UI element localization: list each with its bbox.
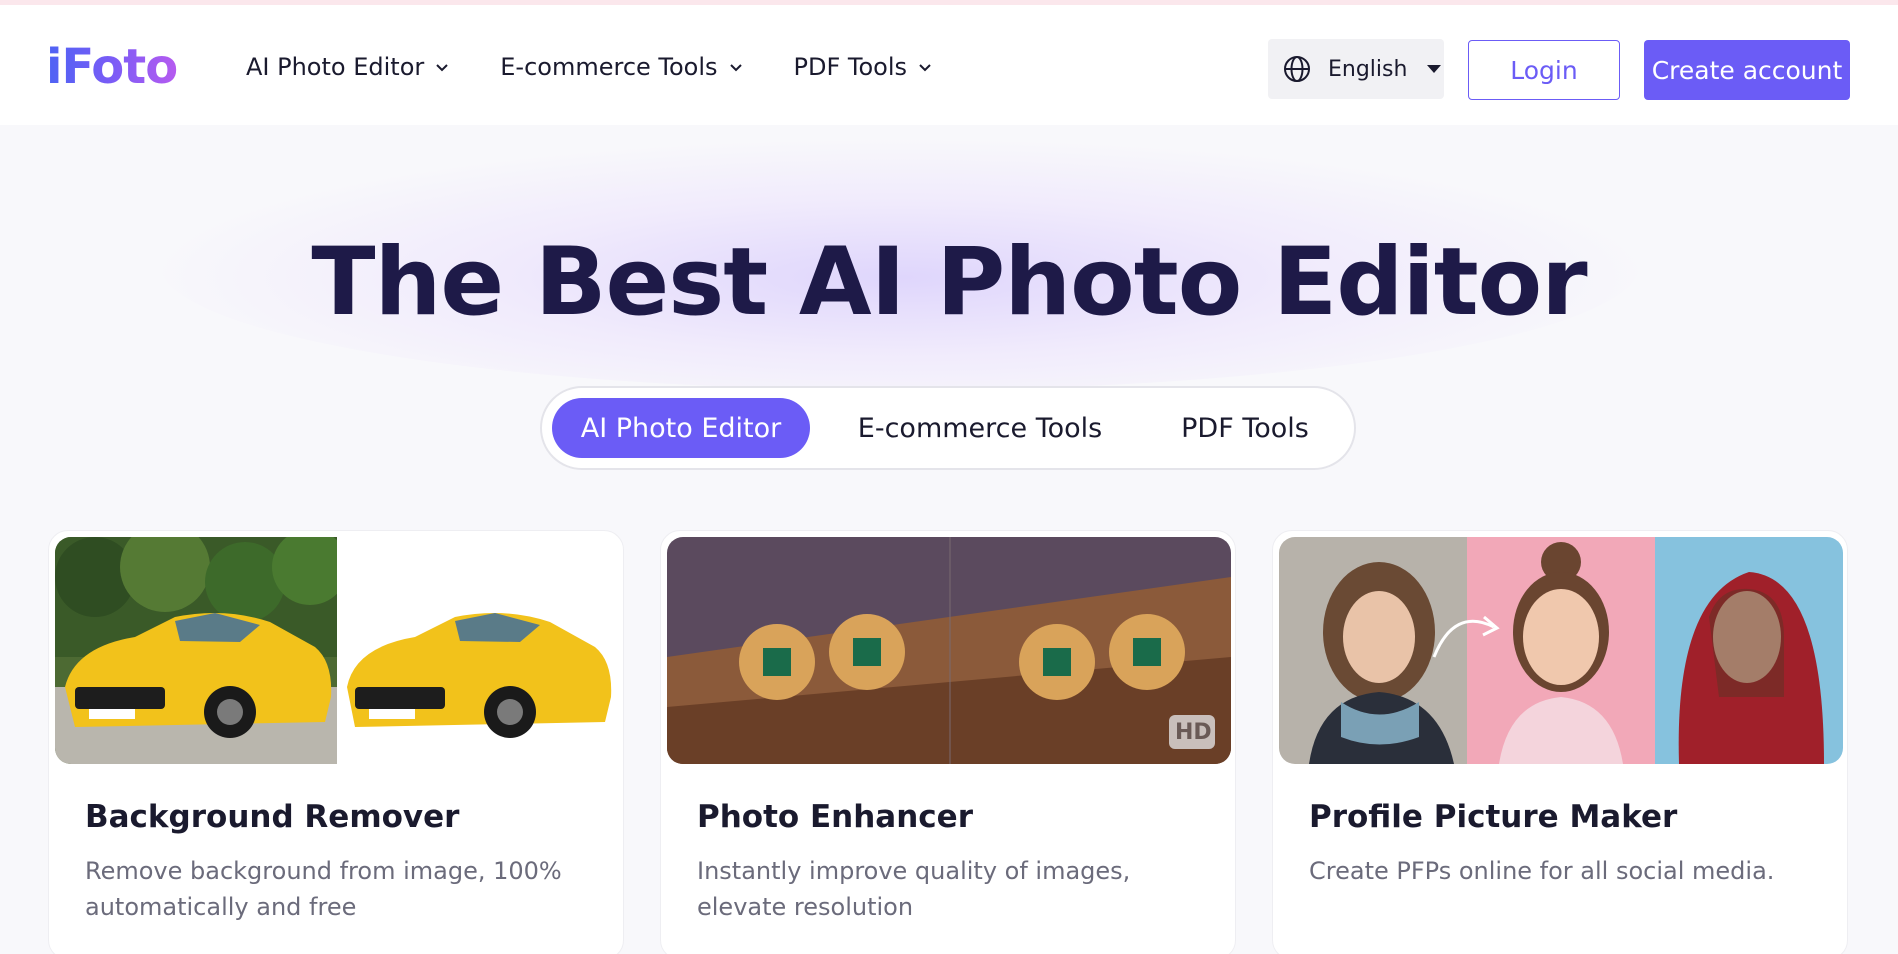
hero-title: The Best AI Photo Editor bbox=[311, 228, 1587, 337]
hd-badge: HD bbox=[1175, 720, 1212, 745]
photo-enhancer-thumbnail: HD bbox=[667, 537, 1231, 764]
card-description: Remove background from image, 100% autom… bbox=[85, 857, 562, 921]
card-description: Create PFPs online for all social media. bbox=[1309, 857, 1775, 885]
nav-pdf-tools[interactable]: PDF Tools bbox=[794, 53, 934, 81]
nav-ai-photo-editor[interactable]: AI Photo Editor bbox=[246, 53, 450, 81]
profile-picture-maker-thumbnail bbox=[1279, 537, 1843, 764]
tool-card-photo-enhancer[interactable]: HD Photo Enhancer Instantly improve qual… bbox=[660, 530, 1236, 954]
language-selector[interactable]: English bbox=[1268, 39, 1444, 99]
tool-card-background-remover[interactable]: Background Remover Remove background fro… bbox=[48, 530, 624, 954]
card-title: Photo Enhancer bbox=[697, 799, 973, 835]
main-nav: AI Photo Editor E-commerce Tools PDF Too… bbox=[246, 53, 933, 81]
tab-ai-photo-editor[interactable]: AI Photo Editor bbox=[552, 398, 810, 458]
background-remover-thumbnail bbox=[55, 537, 619, 764]
site-header: iFoto AI Photo Editor E-commerce Tools P… bbox=[0, 5, 1898, 125]
language-label: English bbox=[1328, 56, 1408, 82]
tool-card-profile-picture-maker[interactable]: Profile Picture Maker Create PFPs online… bbox=[1272, 530, 1848, 954]
nav-label: PDF Tools bbox=[793, 53, 908, 81]
nav-label: E-commerce Tools bbox=[500, 53, 718, 81]
nav-ecommerce-tools[interactable]: E-commerce Tools bbox=[500, 53, 743, 81]
category-tabs: AI Photo Editor E-commerce Tools PDF Too… bbox=[540, 386, 1356, 470]
card-title: Profile Picture Maker bbox=[1309, 799, 1678, 835]
login-button[interactable]: Login bbox=[1468, 40, 1620, 100]
card-title: Background Remover bbox=[85, 799, 460, 835]
chevron-down-icon bbox=[729, 64, 742, 72]
tab-pdf-tools[interactable]: PDF Tools bbox=[1150, 398, 1340, 458]
caret-down-icon bbox=[1427, 65, 1442, 73]
create-account-button[interactable]: Create account bbox=[1644, 40, 1850, 100]
card-description: Instantly improve quality of images, ele… bbox=[697, 857, 1131, 921]
ifoto-logo[interactable]: iFoto bbox=[46, 39, 178, 95]
chevron-down-icon bbox=[919, 64, 931, 72]
nav-label: AI Photo Editor bbox=[246, 53, 425, 81]
globe-icon bbox=[1284, 56, 1310, 82]
chevron-down-icon bbox=[436, 64, 448, 72]
tab-ecommerce-tools[interactable]: E-commerce Tools bbox=[810, 398, 1150, 458]
